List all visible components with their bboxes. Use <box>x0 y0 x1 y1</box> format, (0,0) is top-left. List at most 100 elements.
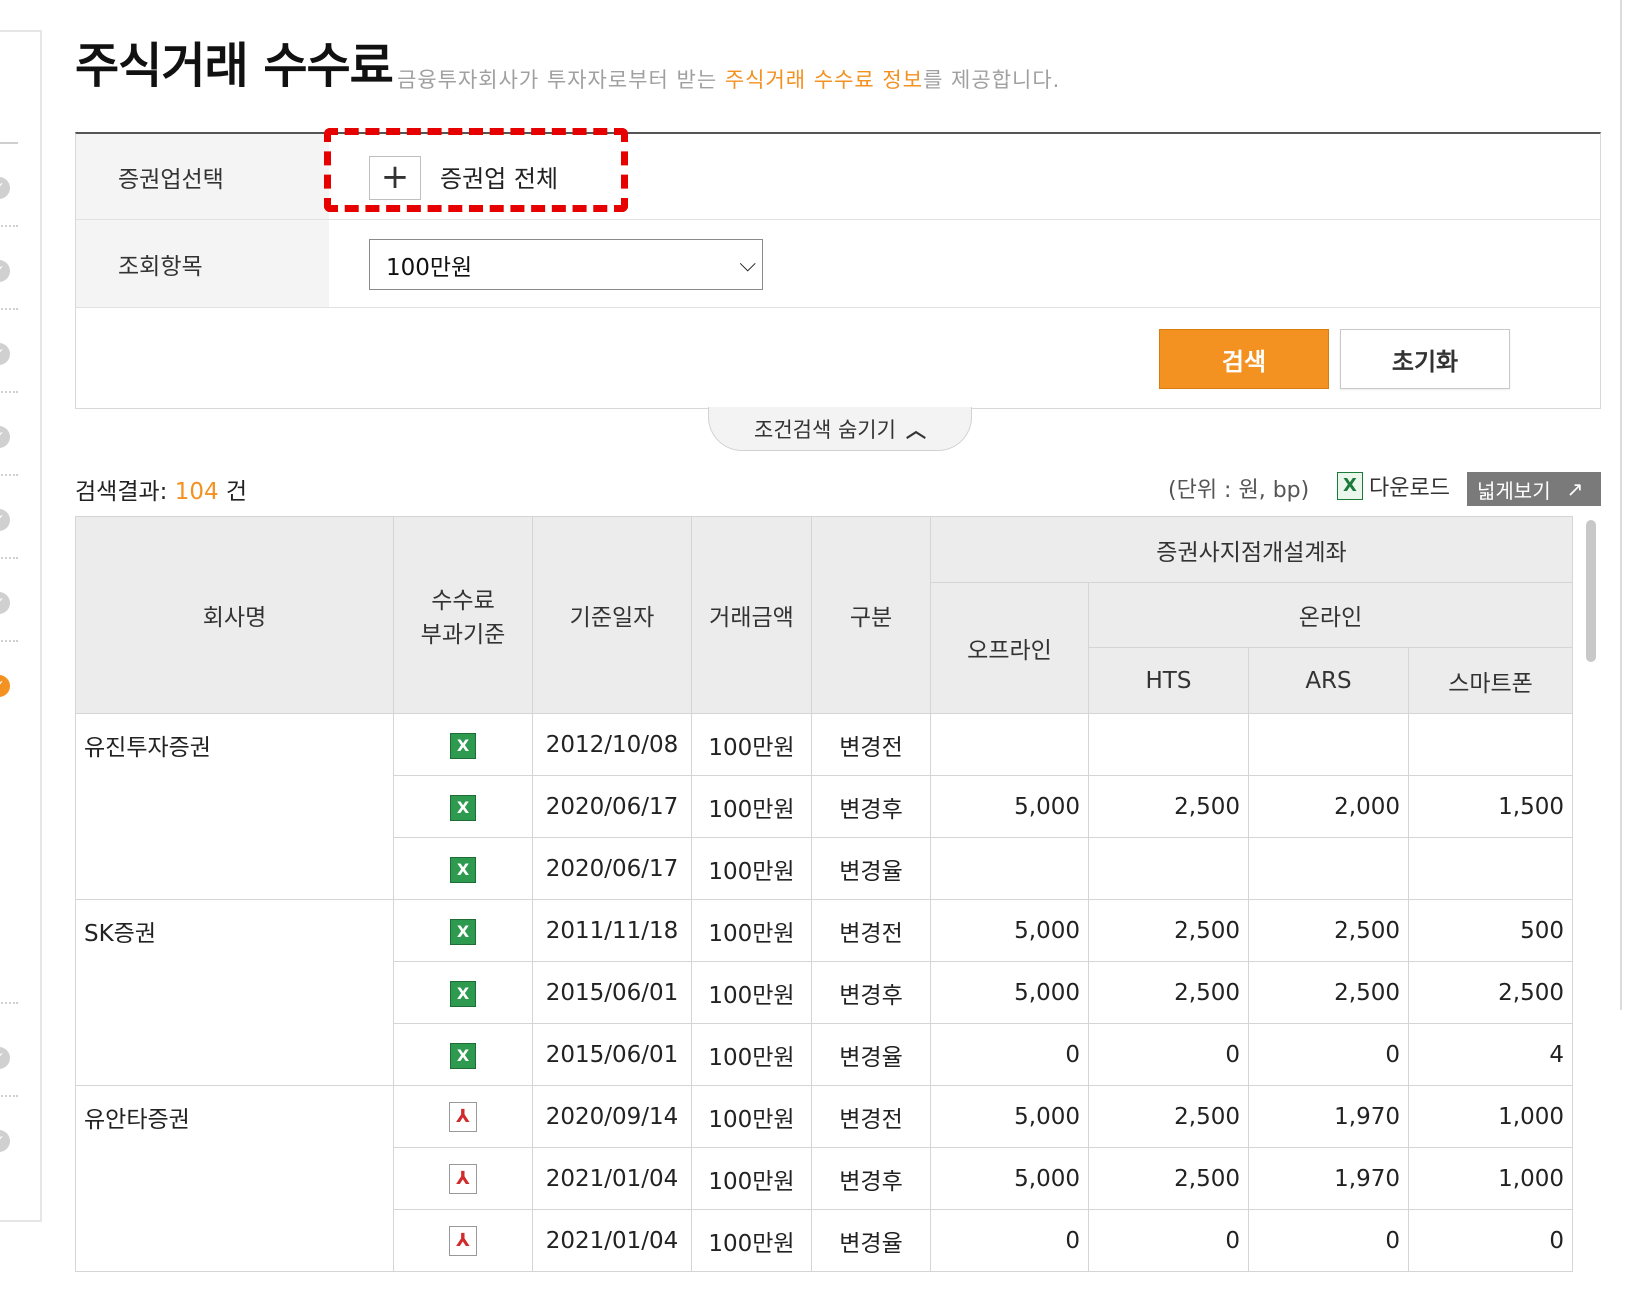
pdf-icon[interactable]: ⅄ <box>449 1225 477 1256</box>
cell-smartphone <box>1407 837 1574 900</box>
table-row: 유안타증권 ⅄ 2020/09/14 100만원 변경전 5,000 2,500 1,970 1… <box>75 1085 1574 1272</box>
broker-selection-value[interactable]: 증권업 전체 <box>440 159 558 194</box>
cell-ars <box>1248 713 1409 776</box>
broker-label: 증권업선택 <box>76 134 329 219</box>
cell-hts: 2,500 <box>1088 1085 1249 1148</box>
check-icon[interactable]: ✓ <box>0 509 10 531</box>
sidebar-divider <box>0 640 18 642</box>
fee-doc-cell: X <box>393 713 533 776</box>
cell-base-date: 2012/10/08 <box>532 713 692 776</box>
cell-smartphone: 1,000 <box>1407 1147 1574 1210</box>
cell-base-date: 2011/11/18 <box>532 899 692 962</box>
pdf-icon[interactable]: ⅄ <box>449 1101 477 1132</box>
check-icon[interactable]: ✓ <box>0 426 10 448</box>
cell-category: 변경후 <box>811 1147 931 1210</box>
cell-ars <box>1248 837 1409 900</box>
check-icon[interactable]: ✓ <box>0 592 10 614</box>
amount-select[interactable]: 100만원 ⌵ <box>369 239 763 290</box>
desc-highlight: 주식거래 수수료 정보 <box>724 68 924 92</box>
page-title: 주식거래 수수료 <box>75 38 394 94</box>
header-company: 회사명 <box>75 516 394 714</box>
cell-category: 변경율 <box>811 1023 931 1086</box>
company-name: 유진투자증권 <box>75 713 394 900</box>
cell-base-date: 2021/01/04 <box>532 1209 692 1272</box>
excel-icon[interactable]: X <box>450 856 476 883</box>
header-smartphone: 스마트폰 <box>1407 647 1574 714</box>
cell-base-date: 2015/06/01 <box>532 961 692 1024</box>
cell-ars: 1,970 <box>1248 1085 1409 1148</box>
excel-icon[interactable]: X <box>450 1042 476 1069</box>
cell-smartphone: 1,500 <box>1407 775 1574 838</box>
search-button[interactable]: 검색 <box>1159 329 1329 389</box>
excel-icon[interactable]: X <box>450 732 476 759</box>
result-number: 104 <box>174 479 219 505</box>
cell-offline: 5,000 <box>930 961 1089 1024</box>
wide-view-button[interactable]: 넓게보기 ↗ <box>1467 472 1601 506</box>
excel-icon: X <box>1337 472 1363 500</box>
cell-smartphone: 500 <box>1407 899 1574 962</box>
hide-conditions-label: 조건검색 숨기기 <box>754 417 896 442</box>
unit-note: (단위 : 원, bp) <box>1168 478 1310 503</box>
cell-category: 변경전 <box>811 899 931 962</box>
right-panel-edge <box>1620 0 1622 1010</box>
check-icon[interactable]: ✓ <box>0 177 10 199</box>
sidebar-divider <box>0 142 18 144</box>
download-label: 다운로드 <box>1369 476 1450 501</box>
cell-hts <box>1088 713 1249 776</box>
cell-offline: 5,000 <box>930 899 1089 962</box>
search-panel: 증권업선택 + 증권업 전체 조회항목 100만원 ⌵ 검색 초기화 <box>75 128 1601 409</box>
cell-smartphone: 0 <box>1407 1209 1574 1272</box>
cell-hts: 2,500 <box>1088 961 1249 1024</box>
header-fee-basis: 수수료 부과기준 <box>393 516 533 714</box>
left-sidebar: ✓ ✓ ✓ ✓ ✓ ✓ ✓ ✓ ✓ <box>0 30 42 1222</box>
company-name: 유안타증권 <box>75 1085 394 1272</box>
pdf-icon[interactable]: ⅄ <box>449 1163 477 1194</box>
external-link-icon: ↗ <box>1566 477 1584 501</box>
check-icon[interactable]: ✓ <box>0 1130 10 1152</box>
cell-amount: 100만원 <box>691 713 812 776</box>
plus-icon[interactable]: + <box>369 156 421 200</box>
cell-offline: 0 <box>930 1023 1089 1086</box>
cell-offline: 5,000 <box>930 1147 1089 1210</box>
check-icon[interactable]: ✓ <box>0 1047 10 1069</box>
cell-hts: 0 <box>1088 1023 1249 1086</box>
cell-category: 변경전 <box>811 1085 931 1148</box>
check-icon-active[interactable]: ✓ <box>0 675 10 697</box>
broker-row: 증권업선택 + 증권업 전체 <box>76 128 1600 220</box>
chevron-up-icon: ︿ <box>905 418 926 442</box>
cell-offline: 5,000 <box>930 775 1089 838</box>
check-icon[interactable]: ✓ <box>0 260 10 282</box>
scrollbar[interactable] <box>1586 520 1596 662</box>
fee-doc-cell: ⅄ <box>393 1147 533 1210</box>
cell-smartphone: 1,000 <box>1407 1085 1574 1148</box>
cell-amount: 100만원 <box>691 1147 812 1210</box>
result-count: 검색결과: 104 건 <box>75 472 247 506</box>
header-ars: ARS <box>1248 647 1409 714</box>
table-row: SK증권 X 2011/11/18 100만원 변경전 5,000 2,500 2,500 50… <box>75 899 1574 1086</box>
excel-icon[interactable]: X <box>450 918 476 945</box>
reset-button[interactable]: 초기화 <box>1340 329 1510 389</box>
download-button[interactable]: X 다운로드 <box>1337 470 1450 502</box>
check-icon[interactable]: ✓ <box>0 343 10 365</box>
cell-ars: 1,970 <box>1248 1147 1409 1210</box>
excel-icon[interactable]: X <box>450 980 476 1007</box>
header-offline: 오프라인 <box>930 582 1089 714</box>
sidebar-divider <box>0 225 18 227</box>
cell-base-date: 2020/06/17 <box>532 837 692 900</box>
cell-hts: 2,500 <box>1088 1147 1249 1210</box>
hide-conditions-toggle[interactable]: 조건검색 숨기기 ︿ <box>708 407 972 451</box>
cell-offline: 5,000 <box>930 1085 1089 1148</box>
fee-table: 회사명 수수료 부과기준 기준일자 거래금액 구분 증권사지점개설계좌 오프라인… <box>75 516 1574 1272</box>
cell-offline <box>930 837 1089 900</box>
fee-doc-cell: X <box>393 961 533 1024</box>
fee-doc-cell: ⅄ <box>393 1085 533 1148</box>
cell-ars: 2,000 <box>1248 775 1409 838</box>
cell-ars: 0 <box>1248 1209 1409 1272</box>
sidebar-divider <box>0 1002 18 1004</box>
cell-category: 변경전 <box>811 713 931 776</box>
header-fee-basis-line1: 수수료 <box>431 588 495 614</box>
cell-category: 변경율 <box>811 1209 931 1272</box>
cell-amount: 100만원 <box>691 1023 812 1086</box>
sidebar-divider <box>0 1095 18 1097</box>
excel-icon[interactable]: X <box>450 794 476 821</box>
